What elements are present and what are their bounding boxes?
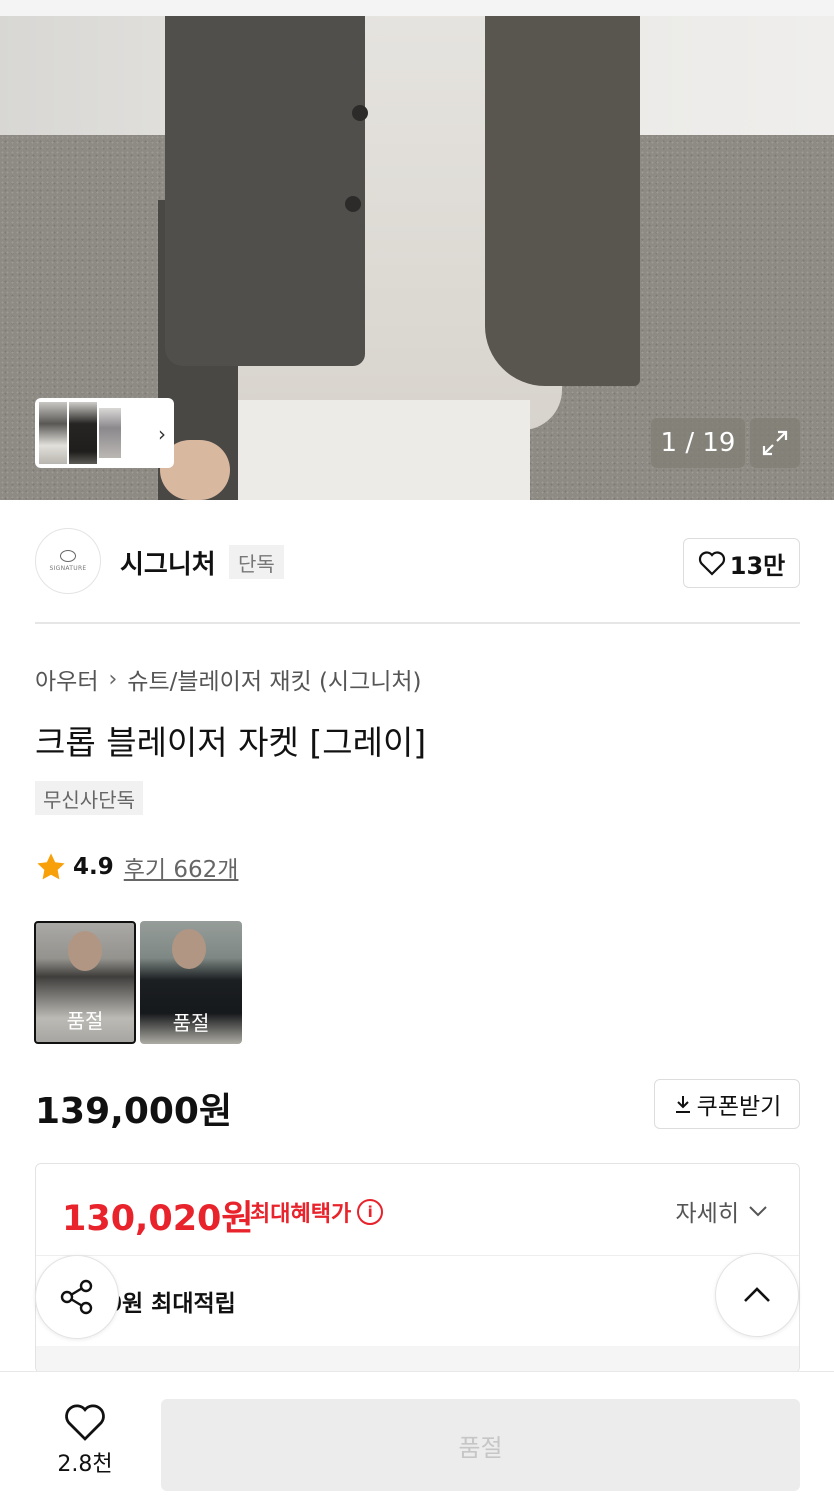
status-strip	[0, 0, 834, 16]
model-pants	[230, 400, 530, 500]
info-icon[interactable]: i	[357, 1199, 384, 1225]
brand-logo[interactable]: SIGNATURE	[35, 528, 101, 594]
scroll-top-button[interactable]	[715, 1253, 799, 1337]
soldout-label: 품절	[172, 1011, 210, 1035]
share-button[interactable]	[35, 1255, 119, 1339]
coupon-button[interactable]: 쿠폰받기	[654, 1079, 800, 1129]
max-points-text: 0원 최대적립	[106, 1291, 236, 1317]
brand-row: SIGNATURE 시그니처 단독 13만	[35, 528, 800, 598]
share-icon	[60, 1279, 93, 1315]
soldout-button[interactable]: 품절	[161, 1399, 800, 1491]
divider	[35, 622, 800, 624]
max-benefit-label: 최대혜택가 i	[250, 1196, 384, 1228]
product-title: 크롭 블레이저 자켓 [그레이]	[35, 723, 427, 762]
heart-icon	[65, 1404, 105, 1441]
jacket-left-panel	[165, 16, 365, 366]
soldout-label: 품절	[66, 1009, 104, 1033]
image-counter: 1 / 19	[651, 418, 745, 468]
detail-toggle[interactable]: 자세히	[676, 1194, 769, 1228]
thumbnail-image[interactable]	[39, 402, 67, 464]
jacket-button	[352, 105, 368, 121]
max-benefit-price: 130,020원	[62, 1199, 254, 1239]
chevron-right-icon: ›	[108, 666, 118, 692]
max-benefit-row[interactable]: 130,020원 최대혜택가 i 자세히	[36, 1164, 799, 1256]
exclusive-badge: 무신사단독	[35, 781, 143, 815]
jacket-button	[345, 196, 361, 212]
brand-symbol-icon	[60, 550, 76, 562]
bottom-action-bar: 2.8천 품절	[0, 1371, 834, 1500]
chevron-right-icon[interactable]: ›	[158, 422, 166, 446]
brand-logo-text: SIGNATURE	[49, 565, 87, 572]
breadcrumb-subcategory[interactable]: 슈트/블레이저 재킷 (시그니처)	[127, 662, 421, 696]
points-row: 0원 최대적립	[36, 1256, 799, 1346]
expand-icon	[762, 430, 788, 456]
rating-row: 4.9 후기 662개	[35, 850, 238, 884]
brand-like-button[interactable]: 13만	[683, 538, 800, 588]
detail-label: 자세히	[675, 1201, 739, 1227]
rating-score: 4.9	[73, 854, 114, 880]
thumbnail-image[interactable]	[99, 408, 121, 458]
download-icon	[675, 1096, 690, 1113]
wishlist-button[interactable]: 2.8천	[48, 1402, 122, 1478]
wishlist-count: 2.8천	[57, 1452, 113, 1477]
brand-like-count: 13만	[729, 551, 786, 580]
breadcrumb: 아우터 › 슈트/블레이저 재킷 (시그니처)	[35, 662, 422, 696]
chevron-up-icon	[744, 1287, 770, 1302]
gallery-thumbnail-strip[interactable]: ›	[35, 398, 174, 468]
coupon-label: 쿠폰받기	[696, 1094, 782, 1120]
breadcrumb-category[interactable]: 아우터	[35, 662, 98, 696]
thumbnail-image[interactable]	[69, 402, 97, 464]
benefit-footer	[36, 1346, 799, 1372]
brand-exclusive-tag: 단독	[229, 545, 284, 579]
brand-name[interactable]: 시그니처	[120, 544, 216, 581]
benefit-box: 130,020원 최대혜택가 i 자세히 0원 최대적립	[35, 1163, 800, 1373]
expand-button[interactable]	[750, 418, 800, 468]
product-price: 139,000원	[35, 1091, 233, 1132]
max-benefit-label-text: 최대혜택가	[250, 1202, 352, 1227]
heart-icon	[698, 551, 725, 576]
star-icon	[37, 853, 65, 880]
reviews-link[interactable]: 후기 662개	[124, 850, 239, 884]
product-image-gallery[interactable]: › 1 / 19	[0, 0, 834, 500]
jacket-right-panel	[485, 16, 640, 386]
color-option-gray[interactable]: 품절	[34, 921, 136, 1044]
chevron-down-icon	[749, 1206, 767, 1217]
color-option-black[interactable]: 품절	[140, 921, 242, 1044]
